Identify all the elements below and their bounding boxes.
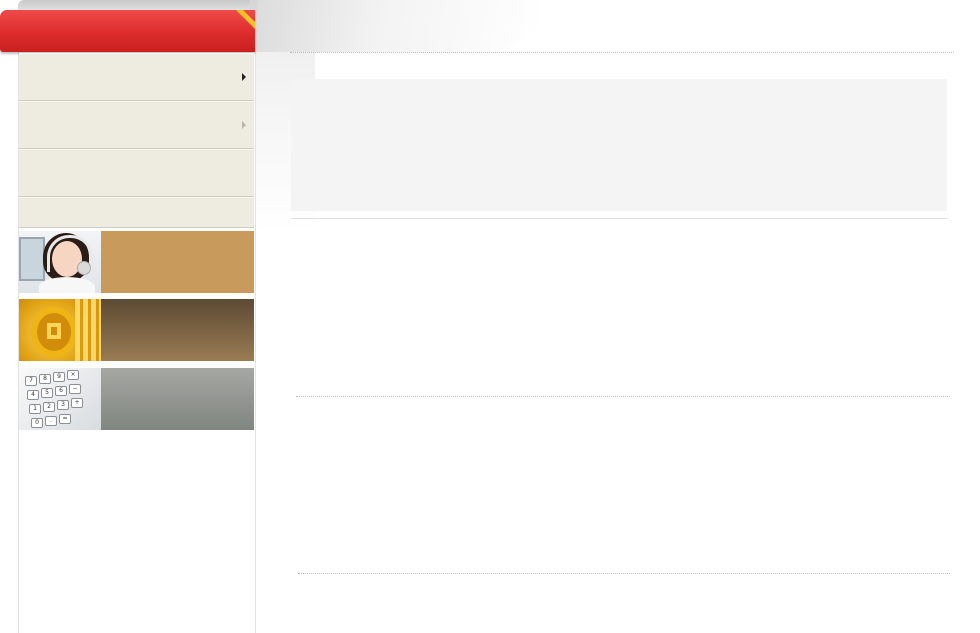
section-divider-1 (296, 396, 950, 397)
content-section-1 (296, 225, 948, 390)
calculator-keypad-photo: 7 8 9 × 4 5 6 − 1 2 3 + 0 . = (19, 368, 101, 430)
section-divider-2 (298, 573, 950, 574)
caret-right-icon (242, 121, 246, 129)
banner-label-panel (101, 231, 254, 293)
ribbon-corner-icon (235, 10, 255, 30)
sidebar-item-2[interactable] (19, 101, 254, 149)
banner-label-panel (101, 299, 254, 361)
banner-calculator[interactable]: 7 8 9 × 4 5 6 − 1 2 3 + 0 . = (19, 368, 254, 430)
sidebar-header (0, 10, 255, 52)
sidebar-nav (19, 53, 254, 228)
sidebar-item-1[interactable] (19, 53, 254, 101)
gold-coin-photo (19, 299, 101, 361)
content-box (291, 79, 947, 211)
sidebar-item-4[interactable] (19, 197, 254, 228)
content-divider (291, 218, 947, 219)
customer-service-photo (19, 231, 101, 293)
header-divider (290, 52, 954, 53)
content-section-2 (296, 402, 948, 567)
banner-customer-service[interactable] (19, 231, 254, 293)
banner-label-panel (101, 368, 254, 430)
header-gloss-decoration (250, 0, 540, 52)
caret-right-icon (242, 73, 246, 81)
banner-finance[interactable] (19, 299, 254, 361)
sidebar-item-3[interactable] (19, 149, 254, 197)
